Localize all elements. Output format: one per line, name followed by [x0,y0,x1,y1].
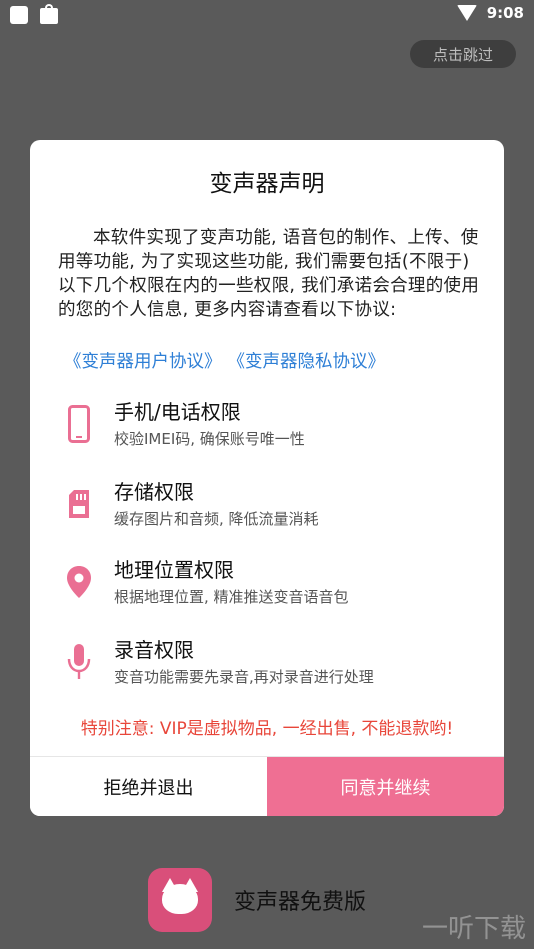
notification-icon [10,6,28,24]
status-time: 9:08 [486,4,524,22]
permission-title: 录音权限 [114,638,194,662]
permission-desc: 根据地理位置, 精准推送变音语音包 [114,588,349,606]
phone-icon [64,404,94,444]
privacy-dialog: 变声器声明 本软件实现了变声功能, 语音包的制作、上传、使用等功能, 为了实现这… [30,140,504,816]
permission-item-microphone: 录音权限 变音功能需要先录音,再对录音进行处理 [64,634,494,694]
splash-app-branding: 变声器免费版 [148,868,366,932]
permission-desc: 变音功能需要先录音,再对录音进行处理 [114,668,374,686]
watermark-text: 一听下载 [421,914,526,944]
permission-desc: 校验IMEI码, 确保账号唯一性 [114,430,305,448]
privacy-policy-link[interactable]: 《变声器隐私协议》 [228,348,386,373]
status-bar: 9:08 [0,0,534,30]
watermark: 一听下载 [422,908,526,945]
permission-title: 手机/电话权限 [114,400,241,424]
permission-item-phone: 手机/电话权限 校验IMEI码, 确保账号唯一性 [64,396,494,456]
dialog-body: 本软件实现了变声功能, 语音包的制作、上传、使用等功能, 为了实现这些功能, 我… [58,228,480,320]
permission-desc: 缓存图片和音频, 降低流量消耗 [114,510,319,528]
dialog-title: 变声器声明 [209,171,325,197]
permission-item-storage: 存储权限 缓存图片和音频, 降低流量消耗 [64,476,494,536]
permission-title: 地理位置权限 [114,558,234,582]
sd-card-icon [64,484,94,524]
skip-button[interactable]: 点击跳过 [410,40,516,68]
permission-title: 存储权限 [114,480,194,504]
microphone-icon [64,642,94,682]
user-agreement-link[interactable]: 《变声器用户协议》 [64,348,222,373]
vip-notice: 特别注意: VIP是虚拟物品, 一经出售, 不能退款哟! [80,719,454,739]
app-logo-icon [148,868,212,932]
agreement-links: 《变声器用户协议》 《变声器隐私协议》 [64,348,385,373]
dialog-buttons: 拒绝并退出 同意并继续 [30,756,504,816]
location-pin-icon [64,562,94,602]
shopping-bag-icon [40,4,58,24]
agree-button[interactable]: 同意并继续 [267,757,504,816]
app-name: 变声器免费版 [234,890,367,915]
wifi-icon [456,5,477,21]
reject-button[interactable]: 拒绝并退出 [30,757,267,816]
permission-item-location: 地理位置权限 根据地理位置, 精准推送变音语音包 [64,554,494,614]
